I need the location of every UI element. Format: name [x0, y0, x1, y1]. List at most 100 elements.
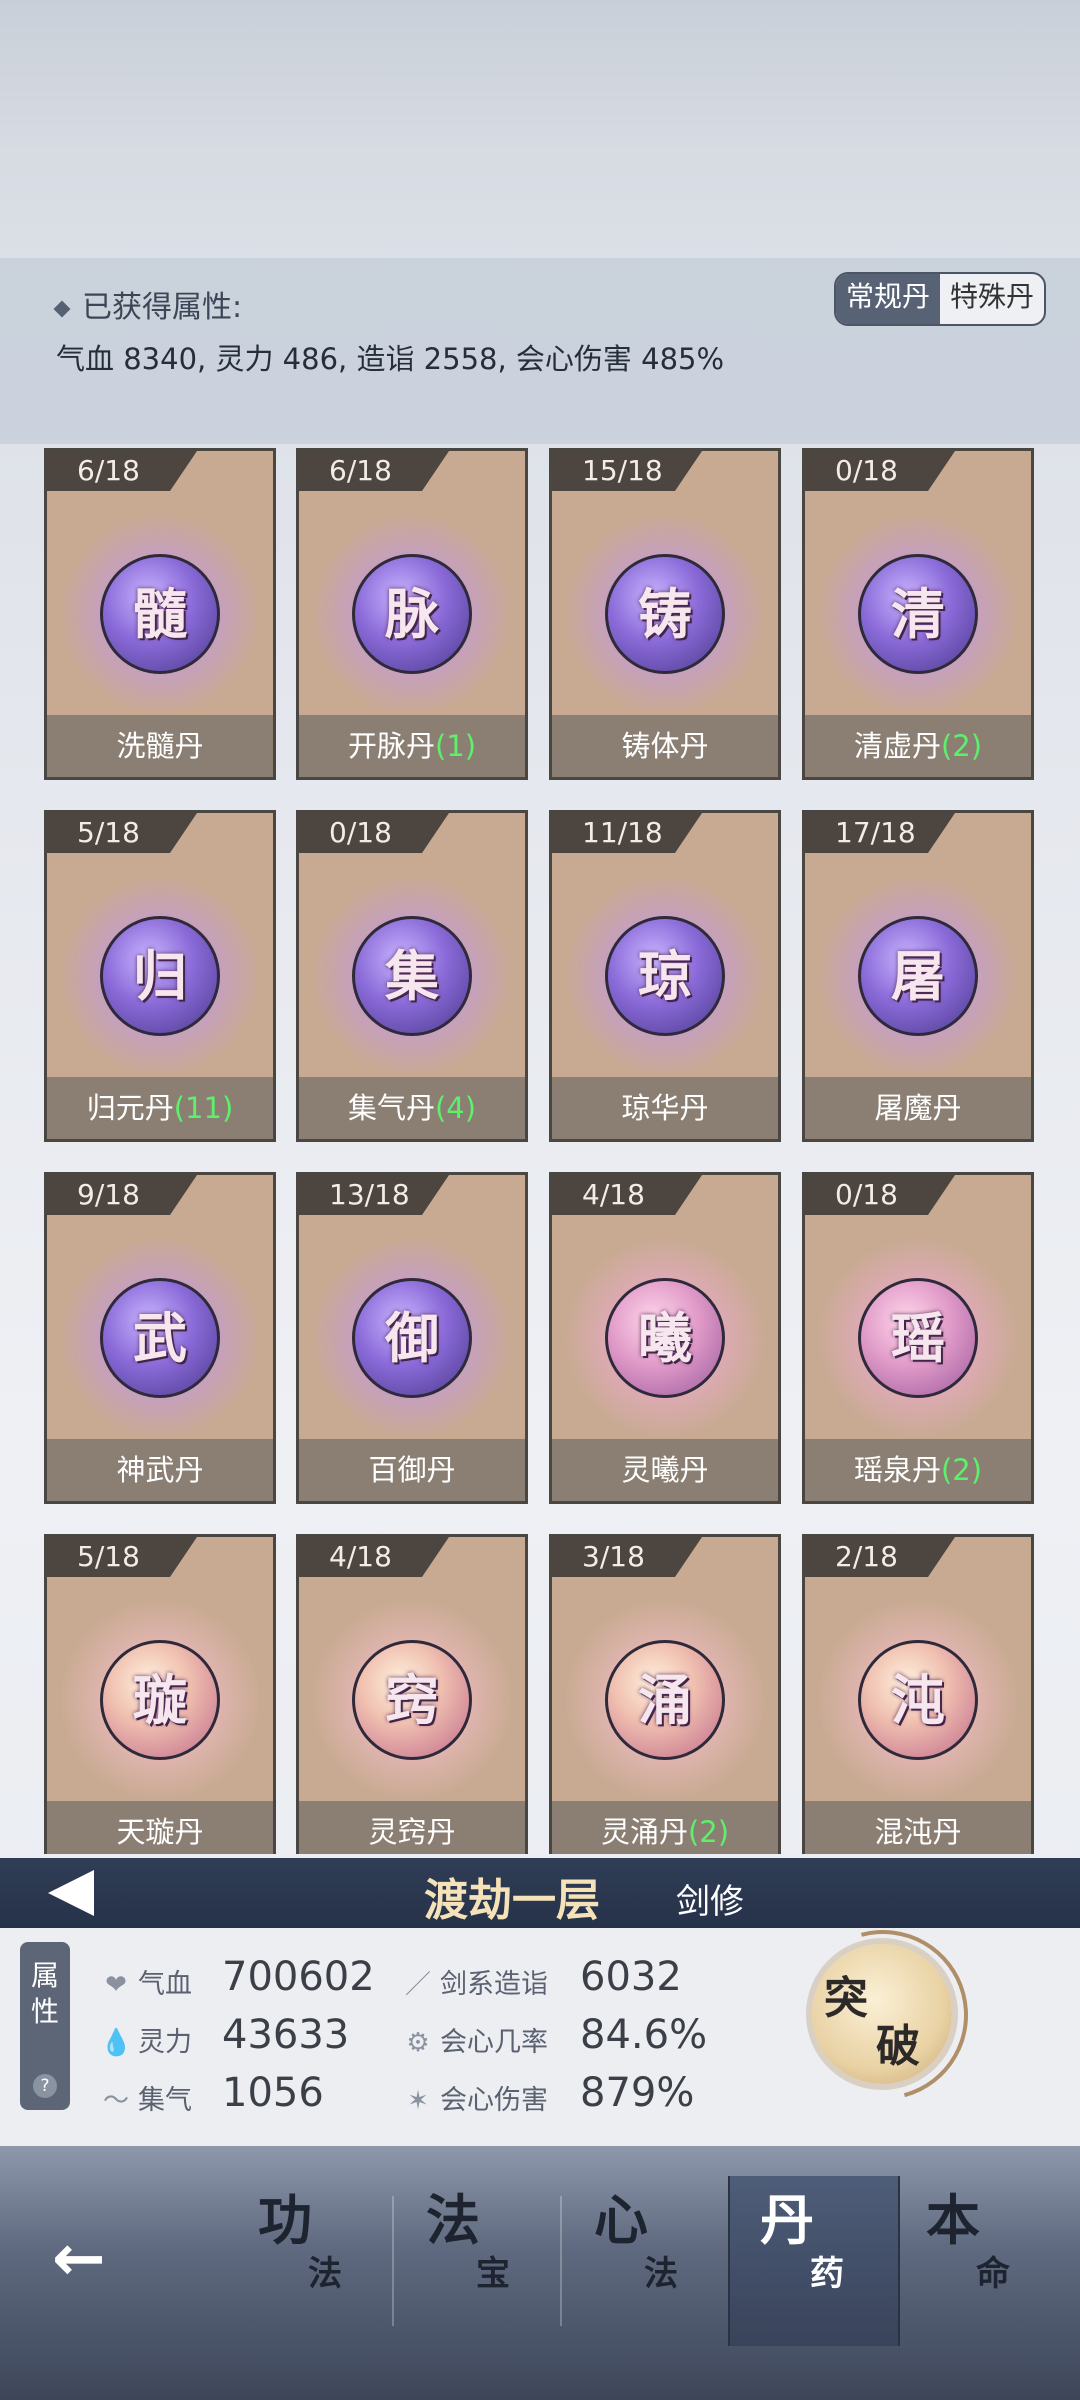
obtained-attributes-title: 已获得属性: — [53, 282, 242, 326]
heart-icon: ❤ — [105, 1970, 127, 2000]
pill-card[interactable]: 0/18 瑶瑶泉丹(2) — [802, 1172, 1034, 1504]
pill-card[interactable]: 0/18 集集气丹(4) — [296, 810, 528, 1142]
pill-card[interactable]: 3/18 涌灵涌丹(2) — [549, 1534, 781, 1854]
pill-orb-icon: 归 — [61, 877, 259, 1075]
stat-hp-value: 700602 — [222, 1954, 375, 2000]
pill-name-bar: 天璇丹 — [47, 1801, 273, 1854]
pill-name-bar: 归元丹(11) — [47, 1077, 273, 1139]
pill-card[interactable]: 2/18 沌混沌丹 — [802, 1534, 1034, 1854]
attribute-tag-label: 属性 — [20, 1958, 70, 2030]
pill-card[interactable]: 6/18 脉开脉丹(1) — [296, 448, 528, 780]
crit-rate-icon: ⚙ — [406, 2028, 430, 2058]
pill-progress: 5/18 — [47, 1537, 197, 1577]
pill-orb-icon: 涌 — [566, 1601, 764, 1799]
background-top — [0, 0, 1080, 260]
pill-card[interactable]: 5/18 璇天璇丹 — [44, 1534, 276, 1854]
pill-name-bar: 开脉丹(1) — [299, 715, 525, 777]
pill-glyph: 曦 — [638, 1306, 692, 1370]
pill-card[interactable]: 6/18 髓洗髓丹 — [44, 448, 276, 780]
stat-qi: 〜集气 1056 — [100, 2070, 324, 2117]
pill-name: 灵涌丹 — [600, 1815, 688, 1849]
tab-regular-pills[interactable]: 常规丹 — [836, 274, 940, 324]
breakthrough-button[interactable]: 突 破 — [766, 1898, 1000, 2132]
tab-special-pills[interactable]: 特殊丹 — [940, 274, 1044, 324]
pill-orb-icon: 集 — [313, 877, 511, 1075]
realm-title: 渡劫一层 — [424, 1875, 600, 1926]
pill-name-bar: 琼华丹 — [552, 1077, 778, 1139]
pill-orb-icon: 髓 — [61, 515, 259, 713]
stat-sword-mastery: ／剑系造诣 6032 — [402, 1954, 682, 2001]
attribute-tag[interactable]: 属性 ? — [20, 1942, 70, 2110]
pill-glyph: 璇 — [133, 1668, 187, 1732]
pill-name-bar: 神武丹 — [47, 1439, 273, 1501]
pill-glyph: 涌 — [638, 1668, 692, 1732]
pill-orb-icon: 曦 — [566, 1239, 764, 1437]
pill-orb-icon: 璇 — [61, 1601, 259, 1799]
pill-name: 灵曦丹 — [621, 1453, 709, 1487]
pill-glyph: 沌 — [891, 1668, 945, 1732]
nav-tab-fabao[interactable]: 法 宝 — [396, 2176, 564, 2346]
stat-crit-damage-value: 879% — [580, 2070, 695, 2116]
pill-name: 灵窍丹 — [368, 1815, 456, 1849]
pill-progress: 13/18 — [299, 1175, 449, 1215]
pill-progress: 0/18 — [299, 813, 449, 853]
pill-name: 屠魔丹 — [874, 1091, 962, 1125]
attribute-tag-char: 属 — [30, 1959, 59, 1992]
pill-orb-icon: 屠 — [819, 877, 1017, 1075]
droplet-icon: 💧 — [100, 2028, 133, 2058]
collapse-arrow-icon[interactable] — [48, 1870, 94, 1916]
starburst-icon: ✶ — [407, 2086, 429, 2116]
pill-name: 清虚丹 — [853, 729, 941, 763]
pill-progress: 6/18 — [299, 451, 449, 491]
stat-crit-rate-value: 84.6% — [580, 2012, 708, 2058]
pill-name: 归元丹 — [86, 1091, 174, 1125]
pill-quantity: (4) — [434, 1091, 477, 1125]
pill-quantity: (1) — [434, 729, 477, 763]
breakthrough-char-1: 突 — [824, 1973, 868, 2024]
pill-orb-icon: 御 — [313, 1239, 511, 1437]
nav-tab-danyao[interactable]: 丹 药 — [728, 2176, 900, 2346]
pill-card[interactable]: 4/18 曦灵曦丹 — [549, 1172, 781, 1504]
pill-orb-icon: 窍 — [313, 1601, 511, 1799]
pill-card[interactable]: 15/18 铸铸体丹 — [549, 448, 781, 780]
pill-orb-icon: 武 — [61, 1239, 259, 1437]
pill-card[interactable]: 4/18 窍灵窍丹 — [296, 1534, 528, 1854]
nav-tab-xinfa[interactable]: 心 法 — [564, 2176, 732, 2346]
stat-crit-damage: ✶ 会心伤害 879% — [402, 2070, 694, 2117]
stat-mana-value: 43633 — [222, 2012, 350, 2058]
pill-card[interactable]: 9/18 武神武丹 — [44, 1172, 276, 1504]
pill-glyph: 瑶 — [891, 1306, 945, 1370]
pill-card[interactable]: 13/18 御百御丹 — [296, 1172, 528, 1504]
pill-glyph: 集 — [385, 944, 439, 1008]
pill-grid: 6/18 髓洗髓丹 6/18 脉开脉丹(1) 15/18 铸铸体丹 0/18 清清虚丹(2) 5… — [44, 448, 1040, 1854]
stat-qi-value: 1056 — [222, 2070, 324, 2116]
pill-quantity: (2) — [687, 1815, 730, 1849]
pill-orb-icon: 琼 — [566, 877, 764, 1075]
pill-name-bar: 灵涌丹(2) — [552, 1801, 778, 1854]
pill-quantity: (11) — [173, 1091, 234, 1125]
pill-quantity: (2) — [940, 729, 983, 763]
pill-card[interactable]: 5/18 归归元丹(11) — [44, 810, 276, 1142]
pill-progress: 11/18 — [552, 813, 702, 853]
pill-progress: 6/18 — [47, 451, 197, 491]
pill-card[interactable]: 11/18 琼琼华丹 — [549, 810, 781, 1142]
pill-name: 混沌丹 — [874, 1815, 962, 1849]
pill-glyph: 归 — [133, 944, 187, 1008]
pill-glyph: 琼 — [638, 944, 692, 1008]
back-arrow-icon[interactable]: ← — [52, 2222, 106, 2296]
pill-name: 开脉丹 — [347, 729, 435, 763]
nav-tab-gongfa[interactable]: 功 法 — [228, 2176, 396, 2346]
pill-name: 铸体丹 — [621, 729, 709, 763]
nav-tab-benming[interactable]: 本 命 — [896, 2176, 1064, 2346]
pill-name-bar: 铸体丹 — [552, 715, 778, 777]
nav-divider — [392, 2196, 394, 2326]
pill-name-bar: 屠魔丹 — [805, 1077, 1031, 1139]
help-icon[interactable]: ? — [33, 2074, 57, 2098]
pill-card[interactable]: 17/18 屠屠魔丹 — [802, 810, 1034, 1142]
pill-name: 神武丹 — [116, 1453, 204, 1487]
pill-quantity: (2) — [940, 1453, 983, 1487]
pill-name: 琼华丹 — [621, 1091, 709, 1125]
pill-name-bar: 灵曦丹 — [552, 1439, 778, 1501]
diamond-icon — [53, 300, 71, 317]
pill-card[interactable]: 0/18 清清虚丹(2) — [802, 448, 1034, 780]
